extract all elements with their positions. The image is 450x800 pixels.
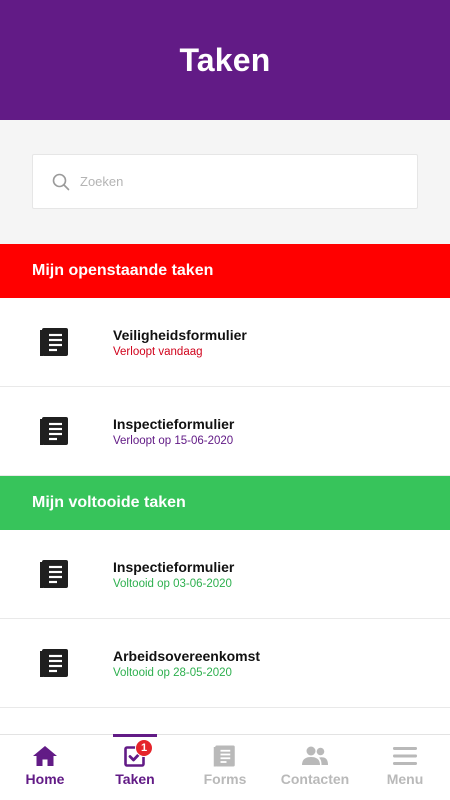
task-due-status: Verloopt vandaag <box>113 345 203 358</box>
tasks-count-badge: 1 <box>135 739 153 757</box>
app-header: Taken <box>0 0 450 120</box>
hamburger-icon <box>392 744 418 768</box>
section-header-completed-tasks: Mijn voltooide taken <box>0 476 450 530</box>
task-completed-status: Voltooid op 03-06-2020 <box>113 577 232 590</box>
document-list-icon <box>0 647 113 679</box>
search-box[interactable] <box>32 154 418 209</box>
nav-menu[interactable]: Menu <box>360 735 450 800</box>
nav-home-label: Home <box>25 771 65 787</box>
task-title: Inspectieformulier <box>113 558 235 575</box>
section-title-done: Mijn voltooide taken <box>32 494 186 511</box>
nav-tasks-label: Taken <box>115 771 155 787</box>
document-icon <box>213 744 237 768</box>
task-row[interactable]: Veiligheidsformulier Verloopt vandaag <box>0 298 450 387</box>
section-title-open: Mijn openstaande taken <box>32 262 214 279</box>
nav-forms-label: Forms <box>203 771 247 787</box>
document-list-icon <box>0 415 113 447</box>
section-header-open-tasks: Mijn openstaande taken <box>0 244 450 298</box>
task-title: Inspectieformulier <box>113 415 235 432</box>
nav-forms[interactable]: Forms <box>180 735 270 800</box>
nav-contacts-label: Contacten <box>280 771 350 787</box>
document-list-icon <box>0 326 113 358</box>
house-icon <box>32 744 58 768</box>
task-row[interactable]: Inspectieformulier Verloopt op 15-06-202… <box>0 387 450 476</box>
search-area <box>0 120 450 244</box>
task-due-status: Verloopt op 15-06-2020 <box>113 434 234 447</box>
nav-tasks[interactable]: 1 Taken <box>90 734 180 800</box>
task-title: Veiligheidsformulier <box>113 326 247 343</box>
nav-home[interactable]: Home <box>0 735 90 800</box>
task-title: Arbeidsovereenkomst <box>113 647 261 664</box>
search-icon <box>52 173 70 191</box>
nav-menu-label: Menu <box>386 771 424 787</box>
people-icon <box>301 744 329 768</box>
task-completed-status: Voltooid op 28-05-2020 <box>113 666 232 679</box>
task-row[interactable]: Inspectieformulier Voltooid op 03-06-202… <box>0 530 450 619</box>
page-title: Taken <box>179 41 271 78</box>
document-list-icon <box>0 558 113 590</box>
task-row[interactable]: Arbeidsovereenkomst Voltooid op 28-05-20… <box>0 619 450 708</box>
bottom-nav: Home 1 Taken Forms Contacten Menu <box>0 734 450 800</box>
search-input[interactable] <box>80 174 380 189</box>
nav-contacts[interactable]: Contacten <box>270 735 360 800</box>
open-task-list: Veiligheidsformulier Verloopt vandaag In… <box>0 298 450 476</box>
